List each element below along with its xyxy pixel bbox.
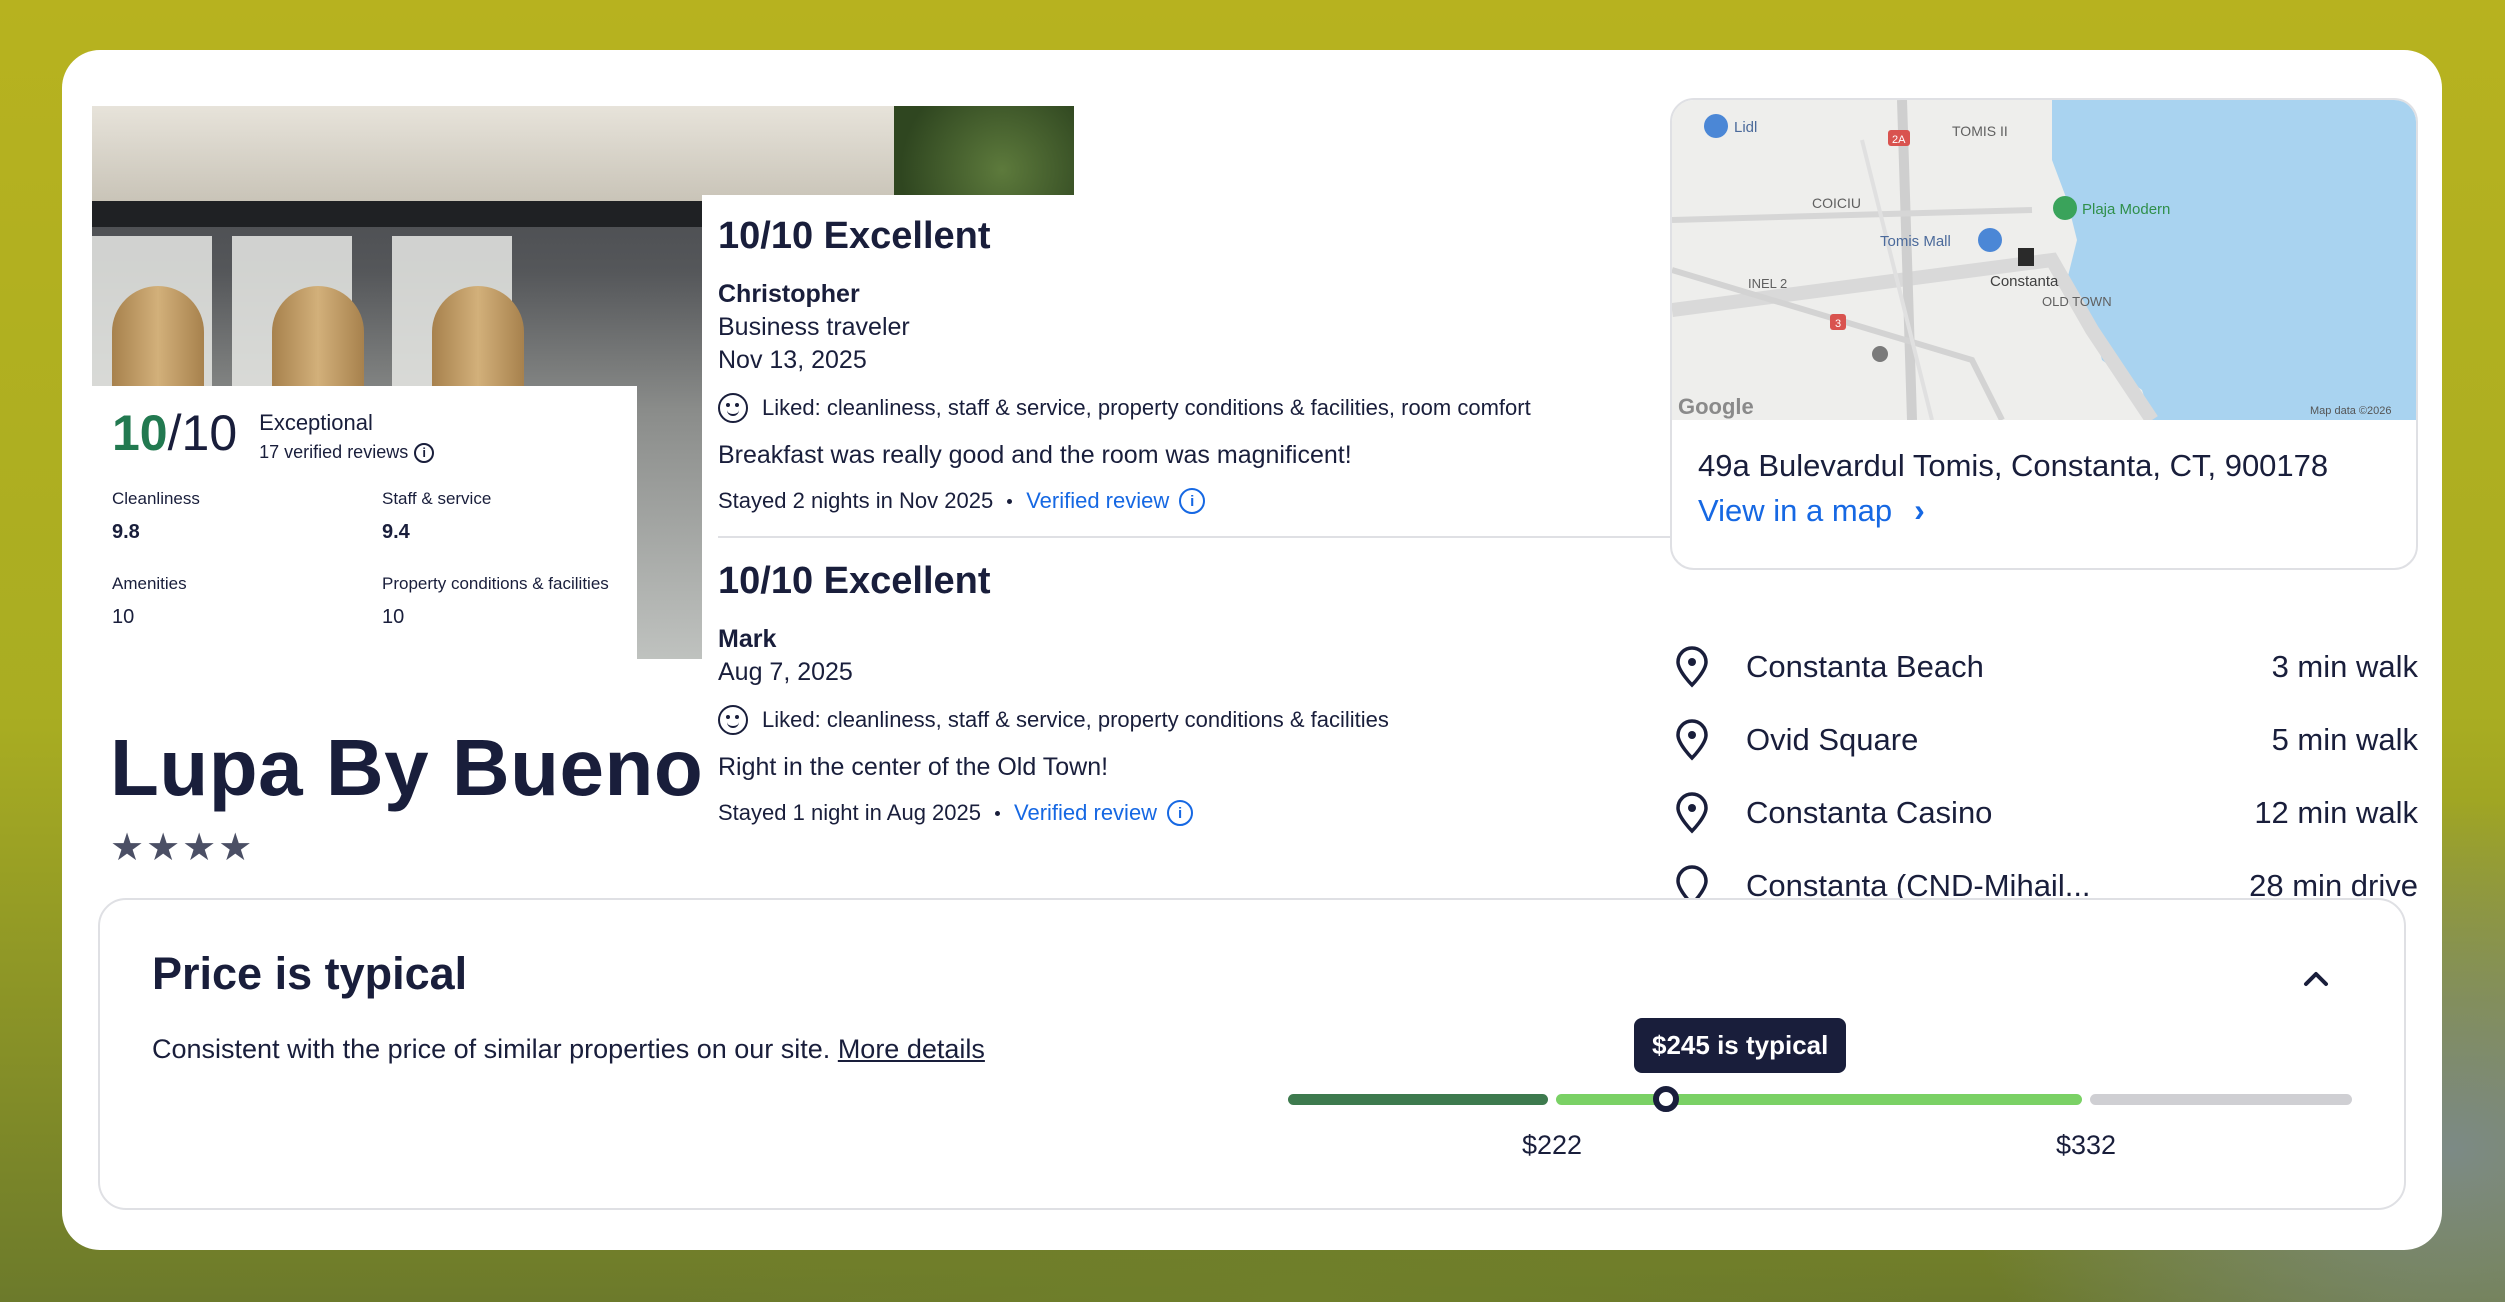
chevron-right-icon: › [1914,492,1925,528]
price-range-typical-bar [1556,1094,2082,1105]
review-liked: Liked: cleanliness, staff & service, pro… [718,705,1676,735]
review-title: 10/10 Excellent [718,215,991,257]
more-details-link[interactable]: More details [838,1034,985,1064]
svg-text:OLD TOWN: OLD TOWN [2042,294,2112,309]
review-card: 10/10 Excellent Christopher Business tra… [718,215,1676,536]
smile-icon [718,705,748,735]
svg-text:INEL 2: INEL 2 [1748,276,1787,291]
reviews-list: 10/10 Excellent Christopher Business tra… [702,195,1692,905]
price-title: Price is typical [152,948,468,999]
star-rating: ★★★★ [110,827,255,869]
overall-score: 10/10 [112,405,238,461]
map-pin-icon [1676,791,1708,833]
price-tooltip: $245 is typical [1634,1018,1847,1073]
review-date: Nov 13, 2025 [718,346,867,374]
svg-text:COICIU: COICIU [1812,195,1861,211]
map-card: Lidl 2A TOMIS II COICIU Plaja Modern Tom… [1670,98,2418,570]
google-logo: Google [1678,394,1754,419]
hotel-address: 49a Bulevardul Tomis, Constanta, CT, 900… [1698,448,2329,483]
rating-label: Exceptional [259,410,373,435]
separator-dot [995,810,1000,816]
svg-text:Map data ©2026: Map data ©2026 [2310,405,2392,417]
mall-pin-icon [1978,228,2002,252]
review-title: 10/10 Excellent [718,560,991,602]
review-text: Right in the center of the Old Town! [718,753,1109,781]
svg-text:TOMIS II: TOMIS II [1952,123,2008,139]
separator-dot [1007,498,1013,504]
info-icon[interactable]: i [414,442,435,463]
map-thumbnail[interactable]: Lidl 2A TOMIS II COICIU Plaja Modern Tom… [1672,100,2418,420]
subscore-staff-service: Staff & service 9.4 [382,489,492,543]
verified-reviews-count[interactable]: 17 verified reviews i [259,442,435,463]
hotel-overview-card: 10/10 Exceptional 17 verified reviews i … [62,50,2442,1250]
price-range-high-bar [2090,1094,2352,1105]
review-date: Aug 7, 2025 [718,658,853,686]
shop-pin-icon [1704,114,1728,138]
review-liked: Liked: cleanliness, staff & service, pro… [718,393,1676,423]
svg-text:2A: 2A [1892,134,1906,146]
svg-text:Lidl: Lidl [1734,119,1757,136]
price-low-label: $222 [1521,1130,1583,1160]
rating-summary: 10/10 Exceptional 17 verified reviews i … [92,386,637,659]
subscores: Cleanliness 9.8 Staff & service 9.4 Amen… [112,489,617,629]
list-item: Ovid Square 5 min walk [1670,703,2418,776]
review-stay: Stayed 1 night in Aug 2025 Verified revi… [718,800,1676,826]
svg-text:Plaja Modern: Plaja Modern [2082,201,2170,218]
smile-icon [718,393,748,423]
price-high-label: $332 [2055,1130,2117,1160]
list-item: Constanta Beach 3 min walk [1670,630,2418,703]
subscore-property-conditions: Property conditions & facilities 10 [382,574,609,628]
review-stay: Stayed 2 nights in Nov 2025 Verified rev… [718,488,1676,514]
verified-review-link[interactable]: Verified review i [1014,800,1194,826]
hotel-building-icon [2018,248,2034,266]
info-icon[interactable]: i [1167,800,1194,826]
price-description: Consistent with the price of similar pro… [152,1034,985,1064]
transit-icon [1872,346,1888,362]
traveler-type: Business traveler [718,313,910,341]
verified-review-link[interactable]: Verified review i [1026,488,1206,514]
beach-pin-icon [2053,196,2077,220]
svg-text:Constanta: Constanta [1990,273,2059,290]
list-item: Constanta Casino 12 min walk [1670,776,2418,849]
view-in-map-link[interactable]: View in a map › [1698,492,2416,529]
subscore-amenities: Amenities 10 [112,574,187,628]
map-pin-icon [1676,718,1708,760]
review-card: 10/10 Excellent Mark Aug 7, 2025 Liked: … [718,536,1676,848]
price-range-low-bar [1288,1094,1548,1105]
reviewer-name: Mark [718,625,777,653]
map-pin-icon [1676,645,1708,687]
nearby-places: Constanta Beach 3 min walk Ovid Square 5… [1670,630,2418,930]
review-text: Breakfast was really good and the room w… [718,441,1352,469]
current-price-marker [1652,1086,1679,1112]
svg-text:3: 3 [1835,318,1841,330]
info-icon[interactable]: i [1179,488,1206,514]
price-insight: Price is typical Consistent with the pri… [98,898,2406,1210]
hotel-name: Lupa By Bueno [110,723,704,812]
reviewer-name: Christopher [718,280,860,308]
chevron-up-icon[interactable] [2296,958,2336,998]
subscore-cleanliness: Cleanliness 9.8 [112,489,200,543]
svg-text:Tomis Mall: Tomis Mall [1880,233,1951,250]
